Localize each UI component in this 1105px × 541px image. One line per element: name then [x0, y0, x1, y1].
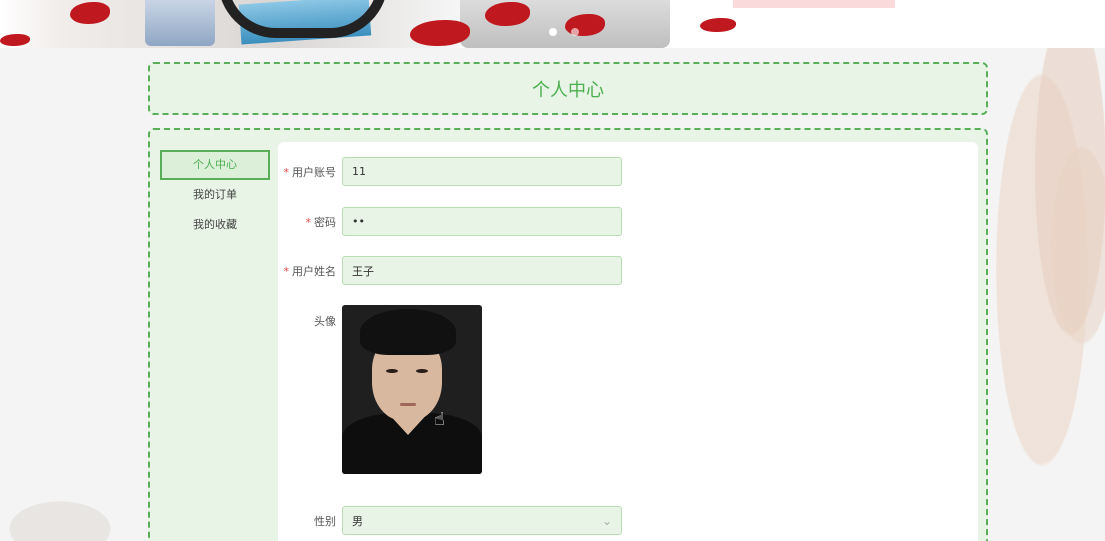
profile-panel: 个人中心 我的订单 我的收藏 * 用户账号 11 * 密码 •• * 用户姓名 王子 … — [148, 128, 988, 541]
carousel-dot[interactable] — [571, 28, 579, 36]
banner-pink-strip — [733, 0, 895, 8]
form-row-name: * 用户姓名 王子 — [278, 256, 622, 285]
chevron-down-icon: ⌄ — [601, 513, 612, 528]
password-value: •• — [352, 215, 365, 228]
password-label: * 密码 — [278, 214, 342, 230]
page-title-box: 个人中心 — [148, 62, 988, 115]
avatar-photo-eye — [386, 369, 398, 373]
page-title: 个人中心 — [532, 79, 604, 101]
form-row-account: * 用户账号 11 — [278, 157, 622, 186]
profile-sidebar: 个人中心 我的订单 我的收藏 — [160, 150, 270, 240]
form-row-avatar: 头像 ☝ — [278, 305, 482, 474]
form-row-gender: 性别 男 ⌄ — [278, 506, 622, 535]
pointer-cursor-icon: ☝ — [434, 409, 445, 430]
carousel-dot[interactable] — [549, 28, 557, 36]
banner-carousel[interactable] — [0, 0, 1105, 48]
account-input[interactable]: 11 — [342, 157, 622, 186]
name-input[interactable]: 王子 — [342, 256, 622, 285]
name-value: 王子 — [352, 264, 374, 278]
form-row-password: * 密码 •• — [278, 207, 622, 236]
password-label-text: 密码 — [314, 215, 336, 229]
flower-decoration-left — [0, 480, 150, 541]
gender-label: 性别 — [314, 514, 336, 528]
carousel-dots — [549, 28, 579, 36]
required-mark: * — [305, 215, 312, 229]
name-label: * 用户姓名 — [278, 263, 342, 279]
petal-decoration — [700, 18, 736, 32]
avatar-photo-mouth — [400, 403, 416, 406]
avatar-upload[interactable]: ☝ — [342, 305, 482, 474]
banner-phone-image — [145, 0, 215, 46]
profile-form: * 用户账号 11 * 密码 •• * 用户姓名 王子 头像 ☝ 性别 男 ⌄ — [278, 142, 978, 541]
sidebar-item-profile[interactable]: 个人中心 — [160, 150, 270, 180]
password-input[interactable]: •• — [342, 207, 622, 236]
account-label: * 用户账号 — [278, 164, 342, 180]
page: 个人中心 个人中心 我的订单 我的收藏 * 用户账号 11 * 密码 •• * 用户姓… — [0, 0, 1105, 541]
account-value: 11 — [352, 165, 366, 178]
avatar-label: 头像 — [314, 315, 336, 328]
avatar-photo-eye — [416, 369, 428, 373]
name-label-text: 用户姓名 — [292, 264, 336, 278]
sidebar-item-orders[interactable]: 我的订单 — [160, 180, 270, 210]
sidebar-item-favorites[interactable]: 我的收藏 — [160, 210, 270, 240]
avatar-photo-hair — [360, 309, 456, 355]
required-mark: * — [283, 165, 290, 179]
gender-value: 男 — [352, 514, 363, 528]
required-mark: * — [283, 264, 290, 278]
flower-decoration-right — [990, 48, 1105, 541]
gender-select[interactable]: 男 ⌄ — [342, 506, 622, 535]
account-label-text: 用户账号 — [292, 165, 336, 179]
